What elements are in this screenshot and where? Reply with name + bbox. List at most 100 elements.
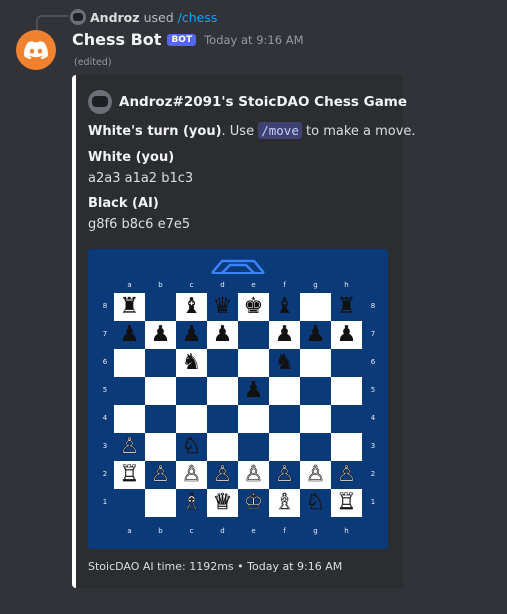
- reply-avatar[interactable]: [70, 9, 86, 25]
- square-b5[interactable]: [145, 377, 176, 405]
- piece-e2[interactable]: ♙: [243, 463, 263, 486]
- square-d4[interactable]: [207, 405, 238, 433]
- square-d1[interactable]: ♕: [207, 489, 238, 517]
- piece-f2[interactable]: ♙: [274, 463, 294, 486]
- square-c4[interactable]: [176, 405, 207, 433]
- square-h8[interactable]: ♜: [331, 293, 362, 321]
- square-f2[interactable]: ♙: [269, 461, 300, 489]
- square-g3[interactable]: [300, 433, 331, 461]
- piece-e1[interactable]: ♔: [243, 491, 263, 514]
- piece-g1[interactable]: ♘: [305, 491, 325, 514]
- piece-b7[interactable]: ♟: [151, 324, 171, 346]
- square-c7[interactable]: ♟: [176, 321, 207, 349]
- piece-h8[interactable]: ♜: [337, 296, 357, 318]
- square-a4[interactable]: [114, 405, 145, 433]
- piece-f6[interactable]: ♞: [275, 352, 295, 374]
- square-g4[interactable]: [300, 405, 331, 433]
- square-e3[interactable]: [238, 433, 269, 461]
- square-c3[interactable]: ♘: [176, 433, 207, 461]
- piece-f8[interactable]: ♝: [275, 296, 295, 318]
- square-e8[interactable]: ♚: [238, 293, 269, 321]
- reply-command[interactable]: /chess: [178, 10, 218, 25]
- square-c8[interactable]: ♝: [176, 293, 207, 321]
- square-h4[interactable]: [331, 405, 362, 433]
- square-a3[interactable]: ♙: [114, 433, 145, 461]
- square-b6[interactable]: [145, 349, 176, 377]
- square-e4[interactable]: [238, 405, 269, 433]
- piece-c6[interactable]: ♞: [182, 352, 202, 374]
- piece-h2[interactable]: ♙: [336, 463, 356, 486]
- square-g1[interactable]: ♘: [300, 489, 331, 517]
- square-a1[interactable]: [114, 489, 145, 517]
- piece-f1[interactable]: ♗: [274, 491, 294, 514]
- square-a7[interactable]: ♟: [114, 321, 145, 349]
- square-b2[interactable]: ♙: [145, 461, 176, 489]
- square-f8[interactable]: ♝: [269, 293, 300, 321]
- piece-c7[interactable]: ♟: [182, 324, 202, 346]
- square-h2[interactable]: ♙: [331, 461, 362, 489]
- square-b8[interactable]: [145, 293, 176, 321]
- square-d8[interactable]: ♛: [207, 293, 238, 321]
- piece-c1[interactable]: ♗: [181, 491, 201, 514]
- piece-g2[interactable]: ♙: [305, 463, 325, 486]
- bot-avatar[interactable]: [16, 30, 56, 70]
- chess-board-image[interactable]: ♜ ♝ ♛ ♚ ♝ ♜ ♟ ♟ ♟ ♟ ♟ ♟ ♟ ♞ ♞ ♟ ♙ ♘ ♖ ♙ ♙ ♙ ♙ ♙ ♙ ♙ ♗ ♕ ♔ ♗ ♘ ♖ a a b b c c d…: [88, 249, 388, 549]
- piece-h1[interactable]: ♖: [336, 491, 356, 514]
- square-g6[interactable]: [300, 349, 331, 377]
- square-e6[interactable]: [238, 349, 269, 377]
- piece-f7[interactable]: ♟: [275, 324, 295, 346]
- square-f7[interactable]: ♟: [269, 321, 300, 349]
- piece-g7[interactable]: ♟: [306, 324, 326, 346]
- square-g5[interactable]: [300, 377, 331, 405]
- bot-name[interactable]: Chess Bot: [72, 30, 161, 49]
- square-d5[interactable]: [207, 377, 238, 405]
- piece-a2[interactable]: ♖: [119, 463, 139, 486]
- square-h7[interactable]: ♟: [331, 321, 362, 349]
- board-squares[interactable]: ♜ ♝ ♛ ♚ ♝ ♜ ♟ ♟ ♟ ♟ ♟ ♟ ♟ ♞ ♞ ♟ ♙ ♘ ♖ ♙ ♙ ♙ ♙ ♙ ♙ ♙ ♗ ♕ ♔ ♗ ♘ ♖: [114, 293, 362, 517]
- piece-a8[interactable]: ♜: [120, 296, 140, 318]
- piece-a3[interactable]: ♙: [119, 435, 139, 458]
- reply-username[interactable]: Androz: [90, 10, 140, 25]
- square-h3[interactable]: [331, 433, 362, 461]
- square-e5[interactable]: ♟: [238, 377, 269, 405]
- square-c5[interactable]: [176, 377, 207, 405]
- square-b4[interactable]: [145, 405, 176, 433]
- square-g8[interactable]: [300, 293, 331, 321]
- square-g7[interactable]: ♟: [300, 321, 331, 349]
- square-e2[interactable]: ♙: [238, 461, 269, 489]
- piece-h7[interactable]: ♟: [337, 324, 357, 346]
- piece-c3[interactable]: ♘: [181, 435, 201, 458]
- square-f1[interactable]: ♗: [269, 489, 300, 517]
- square-e7[interactable]: [238, 321, 269, 349]
- square-a8[interactable]: ♜: [114, 293, 145, 321]
- square-d6[interactable]: [207, 349, 238, 377]
- reply-context[interactable]: Androz used /chess: [70, 8, 217, 26]
- square-f5[interactable]: [269, 377, 300, 405]
- square-h5[interactable]: [331, 377, 362, 405]
- square-h6[interactable]: [331, 349, 362, 377]
- square-e1[interactable]: ♔: [238, 489, 269, 517]
- square-b7[interactable]: ♟: [145, 321, 176, 349]
- square-c1[interactable]: ♗: [176, 489, 207, 517]
- square-f6[interactable]: ♞: [269, 349, 300, 377]
- square-c6[interactable]: ♞: [176, 349, 207, 377]
- square-d7[interactable]: ♟: [207, 321, 238, 349]
- square-d3[interactable]: [207, 433, 238, 461]
- piece-d2[interactable]: ♙: [212, 463, 232, 486]
- piece-b2[interactable]: ♙: [150, 463, 170, 486]
- square-a5[interactable]: [114, 377, 145, 405]
- square-a6[interactable]: [114, 349, 145, 377]
- message-timestamp[interactable]: Today at 9:16 AM: [204, 33, 303, 47]
- square-b3[interactable]: [145, 433, 176, 461]
- square-d2[interactable]: ♙: [207, 461, 238, 489]
- square-a2[interactable]: ♖: [114, 461, 145, 489]
- piece-a7[interactable]: ♟: [120, 324, 140, 346]
- square-c2[interactable]: ♙: [176, 461, 207, 489]
- piece-d1[interactable]: ♕: [212, 491, 232, 514]
- square-g2[interactable]: ♙: [300, 461, 331, 489]
- square-h1[interactable]: ♖: [331, 489, 362, 517]
- piece-c8[interactable]: ♝: [182, 296, 202, 318]
- square-f4[interactable]: [269, 405, 300, 433]
- square-b1[interactable]: [145, 489, 176, 517]
- piece-e8[interactable]: ♚: [244, 296, 264, 318]
